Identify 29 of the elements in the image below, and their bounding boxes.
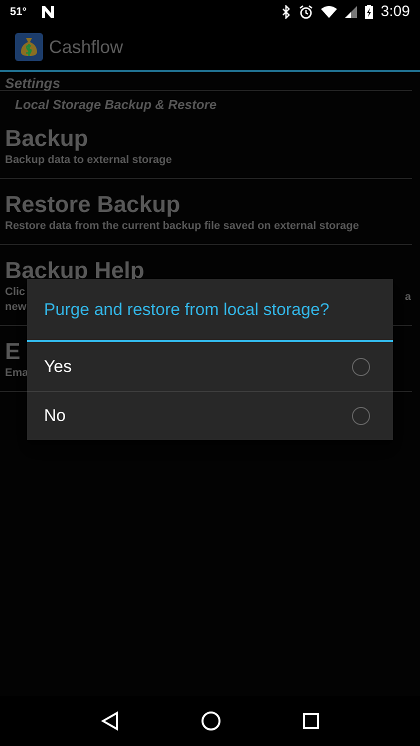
app-icon bbox=[15, 33, 43, 61]
dialog-title: Purge and restore from local storage? bbox=[27, 279, 393, 342]
preference-title: E bbox=[5, 337, 20, 366]
clock: 3:09 bbox=[380, 2, 410, 22]
temperature: 51° bbox=[10, 4, 27, 20]
bluetooth-icon bbox=[282, 5, 291, 19]
home-button[interactable] bbox=[201, 711, 221, 731]
radio-button[interactable] bbox=[352, 358, 370, 376]
option-row[interactable]: Yes bbox=[27, 342, 393, 391]
preference-title: Restore Backup bbox=[5, 190, 180, 219]
option-row[interactable]: No bbox=[27, 391, 393, 440]
battery-icon bbox=[364, 5, 373, 19]
alarm-icon bbox=[298, 5, 313, 19]
radio-button[interactable] bbox=[352, 407, 370, 425]
back-button[interactable] bbox=[101, 711, 119, 731]
wifi-icon bbox=[320, 6, 337, 18]
section-subheader: Local Storage Backup & Restore bbox=[15, 97, 217, 112]
preference-summary: a bbox=[404, 290, 411, 305]
notification-icon bbox=[40, 6, 55, 18]
section-header: Settings bbox=[5, 75, 62, 92]
preference-summary: Restore data from the current backup file saved on external storage bbox=[5, 219, 359, 234]
preference-summary: Ema bbox=[5, 366, 28, 381]
preference-summary: Backup data to external storage bbox=[5, 153, 172, 168]
preference-summary: Clic bbox=[5, 285, 26, 300]
app-title: Cashflow bbox=[49, 36, 124, 58]
preference-title: Backup bbox=[5, 124, 88, 153]
recents-button[interactable] bbox=[303, 713, 319, 729]
signal-icon bbox=[344, 6, 357, 18]
preference-summary: new bbox=[5, 300, 26, 315]
